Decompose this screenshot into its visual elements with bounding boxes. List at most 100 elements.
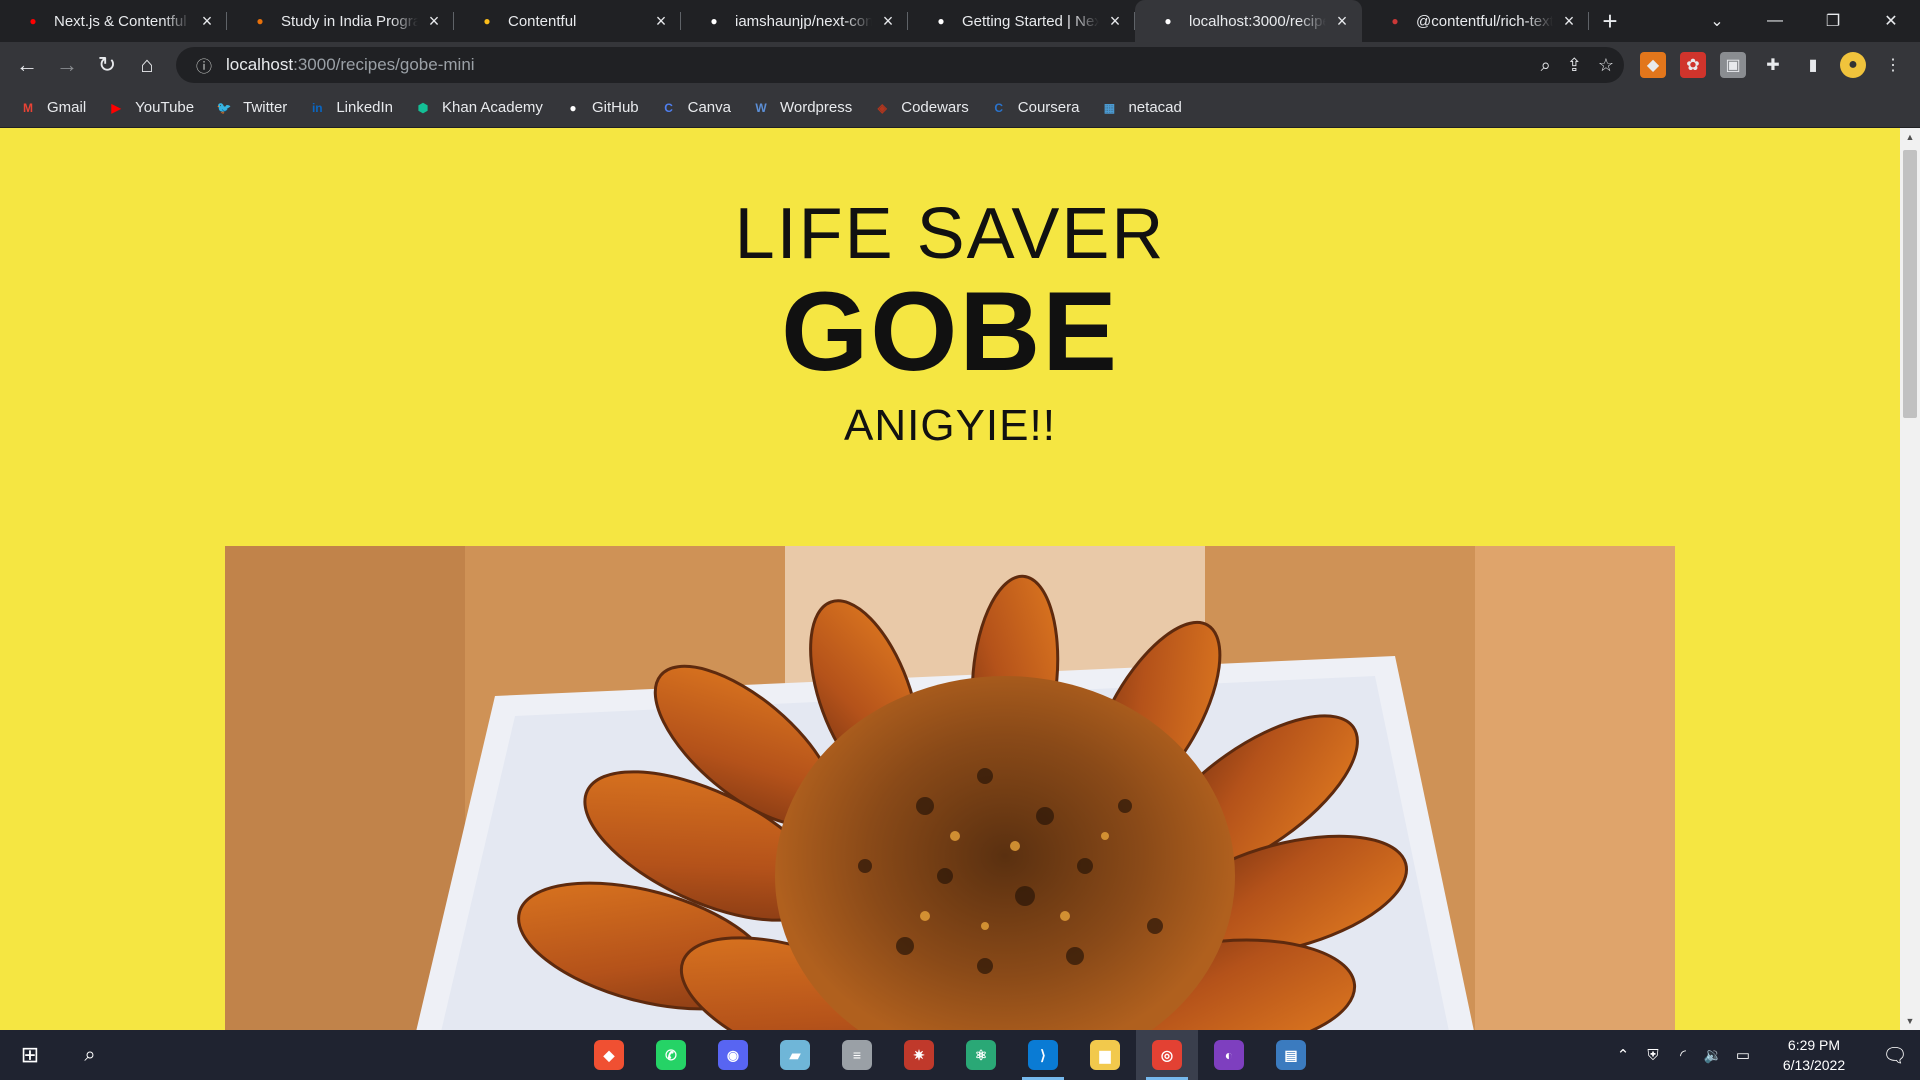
close-tab-icon[interactable]: × (424, 11, 444, 31)
back-icon[interactable]: ← (7, 45, 47, 85)
browser-tab[interactable]: ● Next.js & Contentful S × (0, 0, 227, 42)
address-url[interactable]: localhost:3000/recipes/gobe-mini (226, 55, 475, 75)
new-tab-icon[interactable]: + (1589, 0, 1631, 42)
twitter-icon: 🐦 (216, 100, 232, 115)
restore-icon[interactable]: ❐ (1804, 0, 1862, 42)
bookmark-codewars[interactable]: ◈ Codewars (872, 98, 969, 118)
bookmark-label: Wordpress (779, 99, 853, 116)
taskbar-app[interactable]: ◎ (1136, 1030, 1198, 1080)
browser-tab[interactable]: ● Contentful × (454, 0, 681, 42)
close-tab-icon[interactable]: × (1559, 11, 1579, 31)
close-tab-icon[interactable]: × (651, 11, 671, 31)
close-tab-icon[interactable]: × (197, 11, 217, 31)
bookmark-canva[interactable]: C Canva (659, 98, 731, 118)
taskbar-app[interactable]: ▰ (764, 1030, 826, 1080)
address-bar[interactable]: ⓘ localhost:3000/recipes/gobe-mini ⌕ ⇪ ☆ (176, 47, 1624, 83)
reload-icon[interactable]: ↻ (87, 45, 127, 85)
tab-search-icon[interactable]: ⌄ (1688, 0, 1746, 42)
bookmark-label: Twitter (243, 99, 288, 116)
recipe-header: LIFE SAVER GOBE ANIGYIE!! (0, 128, 1900, 448)
clock-date: 6/13/2022 (1782, 1057, 1846, 1073)
taskbar-app[interactable]: ⚛ (950, 1030, 1012, 1080)
taskbar-app[interactable]: ◉ (702, 1030, 764, 1080)
tab-title: Next.js & Contentful S (54, 12, 191, 30)
close-window-icon[interactable]: ✕ (1862, 0, 1920, 42)
taskbar-apps: ◆ ✆ ◉ ▰ ≡ ✷ ⚛ ⟩ ▆ ◎ ◐ ▤ (578, 1030, 1322, 1080)
bookmark-youtube[interactable]: ▶ YouTube (106, 98, 195, 118)
scroll-up-icon[interactable]: ▲ (1900, 128, 1920, 146)
taskbar-app[interactable]: ✆ (640, 1030, 702, 1080)
wifi-icon[interactable]: ◜ (1668, 1046, 1698, 1064)
taskbar-clock[interactable]: 6:29 PM 6/13/2022 (1766, 1035, 1862, 1075)
close-tab-icon[interactable]: × (1332, 11, 1352, 31)
flame-icon: ● (256, 14, 264, 28)
bookmark-khan-academy[interactable]: ⬢ Khan Academy (413, 98, 543, 118)
bookmark-netacad[interactable]: ▦ netacad (1099, 98, 1182, 118)
site-info-icon[interactable]: ⓘ (186, 53, 222, 77)
bookmark-gmail[interactable]: M Gmail (18, 98, 86, 118)
volume-icon[interactable]: 🔉 (1698, 1046, 1728, 1064)
taskbar-app[interactable]: ≡ (826, 1030, 888, 1080)
bookmark-star-icon[interactable]: ☆ (1598, 55, 1614, 76)
python-file-icon: ▤ (1276, 1040, 1306, 1070)
system-tray: ⌃ ⛨ ◜ 🔉 ▭ 6:29 PM 6/13/2022 🗨 (1608, 1030, 1920, 1080)
bookmark-twitter[interactable]: 🐦 Twitter (214, 98, 288, 118)
page-scrollbar[interactable]: ▲ ▼ (1900, 128, 1920, 1030)
tray-chevron-icon[interactable]: ⌃ (1608, 1046, 1638, 1064)
bookmark-label: LinkedIn (336, 99, 394, 116)
window-controls: ⌄ — ❐ ✕ (1688, 0, 1920, 42)
browser-tab[interactable]: ● Study in India Program × (227, 0, 454, 42)
taskbar-app[interactable]: ◐ (1198, 1030, 1260, 1080)
nextjs-icon: ● (937, 14, 945, 28)
browser-tab[interactable]: ● @contentful/rich-text × (1362, 0, 1589, 42)
discord-icon: ◉ (718, 1040, 748, 1070)
taskbar-search-icon[interactable]: ⌕ (60, 1044, 120, 1067)
taskbar-app[interactable]: ▤ (1260, 1030, 1322, 1080)
bookmark-label: Codewars (901, 99, 969, 116)
zoom-icon[interactable]: ⌕ (1541, 55, 1551, 76)
close-tab-icon[interactable]: × (878, 11, 898, 31)
metamask-icon[interactable]: ◆ (1640, 52, 1666, 78)
bookmark-label: YouTube (135, 99, 195, 116)
browser-tab[interactable]: ● Getting Started | Next × (908, 0, 1135, 42)
tab-title: iamshaunjp/next-cont (735, 12, 872, 30)
minimize-icon[interactable]: — (1746, 0, 1804, 42)
security-shield-icon[interactable]: ⛨ (1638, 1047, 1668, 1064)
battery-icon[interactable]: ▭ (1728, 1046, 1758, 1064)
menu-kebab-icon[interactable]: ⋮ (1880, 52, 1906, 78)
notifications-icon[interactable]: 🗨 (1870, 1043, 1920, 1068)
close-tab-icon[interactable]: × (1105, 11, 1125, 31)
taskbar-app[interactable]: ⟩ (1012, 1030, 1074, 1080)
tab-strip: ● Next.js & Contentful S × ● Study in India … (0, 0, 1920, 42)
recipe-subtitle: ANIGYIE!! (844, 401, 1056, 450)
bookmark-github[interactable]: ● GitHub (563, 98, 638, 118)
scroll-down-icon[interactable]: ▼ (1900, 1012, 1920, 1030)
profile-avatar[interactable]: ● (1840, 52, 1866, 78)
browser-tab[interactable]: ● localhost:3000/recipe × (1135, 0, 1362, 42)
notepad-icon: ▰ (780, 1040, 810, 1070)
page-content: LIFE SAVER GOBE ANIGYIE!! (0, 128, 1900, 1030)
bookmark-coursera[interactable]: C Coursera (989, 98, 1079, 118)
extension-gray-icon[interactable]: ▣ (1720, 52, 1746, 78)
taskbar-app[interactable]: ◆ (578, 1030, 640, 1080)
vscode-icon: ⟩ (1028, 1040, 1058, 1070)
bookmark-wordpress[interactable]: W Wordpress (751, 98, 852, 118)
bookmark-linkedin[interactable]: in LinkedIn (307, 98, 393, 118)
forward-icon[interactable]: → (47, 45, 87, 85)
scroll-thumb[interactable] (1903, 150, 1917, 418)
bookmark-label: netacad (1128, 99, 1182, 116)
vercel-icon: ● (1164, 14, 1172, 28)
share-icon[interactable]: ⇪ (1567, 55, 1582, 76)
side-panel-icon[interactable]: ▮ (1800, 52, 1826, 78)
taskbar-app[interactable]: ✷ (888, 1030, 950, 1080)
clock-time: 6:29 PM (1787, 1037, 1841, 1053)
bookmark-label: Khan Academy (442, 99, 543, 116)
taskbar-app[interactable]: ▆ (1074, 1030, 1136, 1080)
browser-tab[interactable]: ● iamshaunjp/next-cont × (681, 0, 908, 42)
extension-red-icon[interactable]: ✿ (1680, 52, 1706, 78)
database-icon: ≡ (842, 1040, 872, 1070)
coursera-icon: C (994, 100, 1004, 115)
windows-start-icon[interactable]: ⊞ (0, 1042, 60, 1068)
home-icon[interactable]: ⌂ (127, 45, 167, 85)
extensions-puzzle-icon[interactable]: ✚ (1760, 52, 1786, 78)
